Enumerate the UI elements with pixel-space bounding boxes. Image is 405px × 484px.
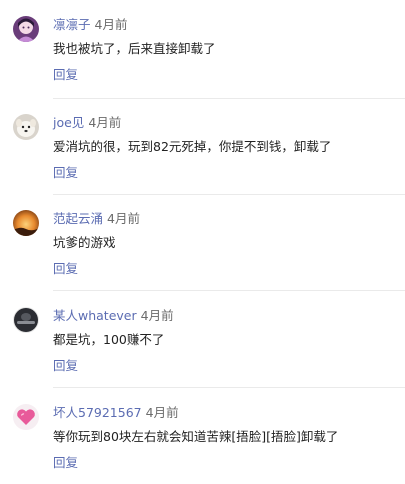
timestamp: 4月前 (88, 115, 122, 130)
comment-text: 等你玩到80块左右就会知道苦辣[捂脸][捂脸]卸载了 (53, 429, 339, 444)
username-link[interactable]: 某人whatever (53, 308, 137, 323)
comment-text: 我也被坑了，后来直接卸载了 (53, 41, 216, 56)
comment-item: 坏人57921567 4月前 等你玩到80块左右就会知道苦辣[捂脸][捂脸]卸载了… (0, 388, 405, 484)
username-link[interactable]: 坏人57921567 (53, 405, 142, 420)
reply-button[interactable]: 回复 (53, 357, 78, 375)
comment-meta: 坏人57921567 4月前 (53, 404, 179, 422)
comment-text: 爱消坑的很，玩到82元死掉，你提不到钱，卸载了 (53, 139, 332, 154)
timestamp: 4月前 (140, 308, 174, 323)
timestamp: 4月前 (107, 211, 140, 226)
white-dog-avatar-icon[interactable] (13, 114, 39, 140)
reply-button[interactable]: 回复 (53, 164, 78, 182)
comment-meta: 某人whatever 4月前 (53, 307, 174, 325)
comment-meta: joe见 4月前 (53, 114, 121, 132)
comment-item: 范起云涌 4月前 坑爹的游戏 回复 (0, 194, 405, 290)
reply-button[interactable]: 回复 (53, 260, 78, 278)
comment-text: 坑爹的游戏 (53, 235, 116, 250)
comment-item: 某人whatever 4月前 都是坑，100赚不了 回复 (0, 291, 405, 387)
username-link[interactable]: 范起云涌 (53, 211, 103, 226)
comment-item: joe见 4月前 爱消坑的很，玩到82元死掉，你提不到钱，卸载了 回复 (0, 98, 405, 194)
anime-girl-avatar-icon[interactable] (13, 16, 39, 42)
username-link[interactable]: joe见 (53, 115, 84, 130)
orange-sunset-avatar-icon[interactable] (13, 210, 39, 236)
reply-button[interactable]: 回复 (53, 454, 78, 472)
pink-heart-avatar-icon[interactable] (13, 404, 39, 430)
username-link[interactable]: 凛凛子 (53, 17, 91, 32)
comment-text: 都是坑，100赚不了 (53, 332, 165, 347)
comment-meta: 范起云涌 4月前 (53, 210, 140, 228)
reply-button[interactable]: 回复 (53, 66, 78, 84)
comment-meta: 凛凛子 4月前 (53, 16, 127, 34)
comment-item: 凛凛子 4月前 我也被坑了，后来直接卸载了 回复 (0, 0, 405, 96)
timestamp: 4月前 (145, 405, 179, 420)
timestamp: 4月前 (94, 17, 128, 32)
dark-figure-avatar-icon[interactable] (13, 307, 39, 333)
